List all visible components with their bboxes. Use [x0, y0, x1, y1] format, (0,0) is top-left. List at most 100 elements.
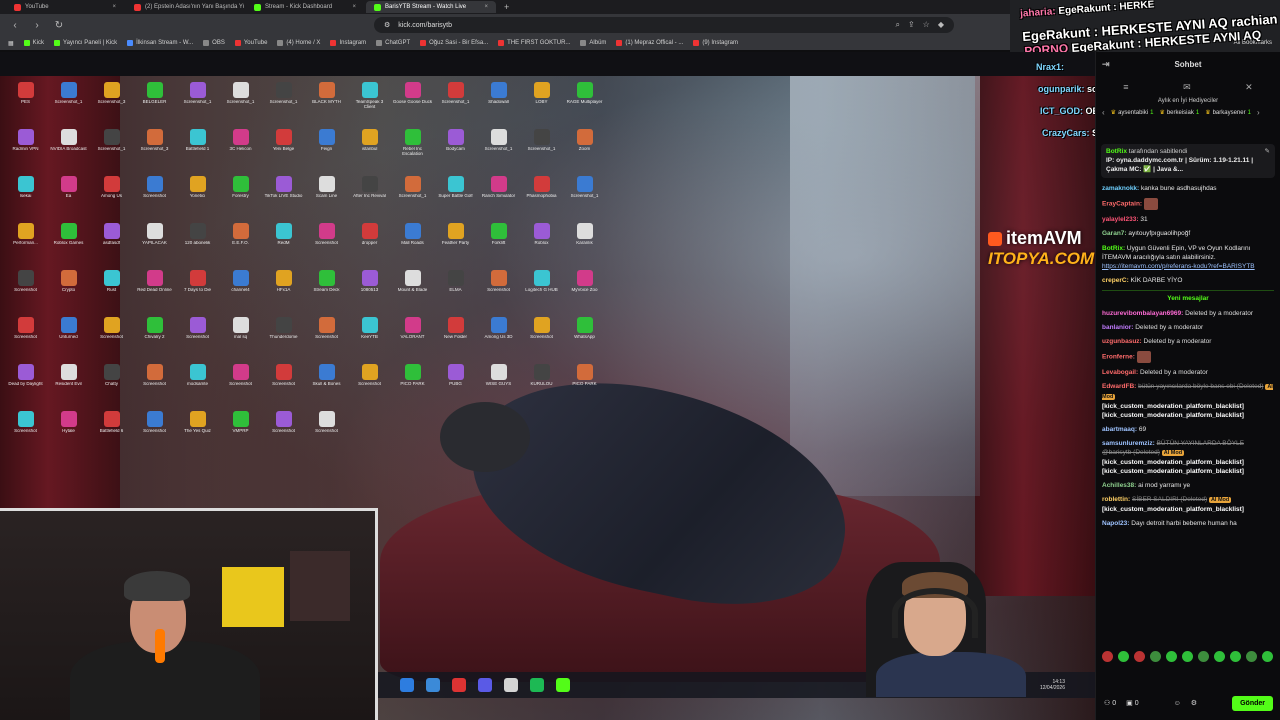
desktop-shortcut[interactable]: dropper: [348, 223, 391, 270]
desktop-shortcut[interactable]: RedM: [262, 223, 305, 270]
gifter-item[interactable]: ♛ berkeisiak 1: [1159, 109, 1199, 117]
chat-username[interactable]: Eronferne:: [1102, 354, 1135, 361]
desktop-shortcut[interactable]: Ranch Simulator: [477, 176, 520, 223]
chat-message[interactable]: huzurevibombalayan6969: Deleted by a mod…: [1102, 309, 1274, 318]
desktop-shortcut[interactable]: TikTok LIVE Studio: [262, 176, 305, 223]
gifter-item[interactable]: ♛ barkaysener 1: [1205, 109, 1251, 117]
desktop-shortcut[interactable]: Screenshot_1: [90, 129, 133, 176]
chrome-icon[interactable]: [504, 678, 518, 692]
chat-username[interactable]: huzurevibombalayan6969:: [1102, 310, 1183, 317]
desktop-shortcut[interactable]: Scam Line: [305, 176, 348, 223]
desktop-shortcut[interactable]: PES: [4, 82, 47, 129]
desktop-shortcut[interactable]: Screenshot_1: [520, 129, 563, 176]
zoom-icon[interactable]: ⌕: [895, 20, 899, 30]
bookmark-item[interactable]: THE FIRST GOKTUR...: [498, 40, 570, 46]
chat-message[interactable]: uzgunbasuz: Deleted by a moderator: [1102, 337, 1274, 346]
tab-close-icon[interactable]: ×: [484, 4, 488, 10]
desktop-shortcut[interactable]: MyVoice Zoo: [563, 270, 606, 317]
desktop-shortcut[interactable]: Screenshot: [133, 411, 176, 458]
desktop-shortcut[interactable]: Yeni Belge: [262, 129, 305, 176]
apps-icon[interactable]: ▦: [8, 40, 14, 47]
desktop-shortcut[interactable]: Screenshot: [520, 317, 563, 364]
bookmark-item[interactable]: OBS: [203, 40, 225, 46]
desktop-shortcut[interactable]: RAGE Multiplayer: [563, 82, 606, 129]
desktop-shortcut[interactable]: Screenshot_1: [47, 82, 90, 129]
emote-icon[interactable]: [1118, 650, 1129, 662]
tab-close-icon[interactable]: ×: [352, 4, 356, 10]
desktop-shortcut[interactable]: Red Dead Online: [133, 270, 176, 317]
desktop-shortcut[interactable]: Screenshot: [305, 317, 348, 364]
desktop-shortcut[interactable]: Screenshot: [305, 223, 348, 270]
chat-username[interactable]: Achilles38:: [1102, 482, 1136, 489]
desktop-shortcut[interactable]: Screenshot: [477, 270, 520, 317]
browser-tab[interactable]: BarisYTB Stream - Watch Live ×: [366, 1, 496, 13]
emote-icon[interactable]: [1166, 650, 1177, 662]
desktop-shortcut[interactable]: Isekai: [4, 176, 47, 223]
desktop-shortcut[interactable]: Screenshot: [133, 364, 176, 411]
desktop-shortcut[interactable]: Screenshot: [133, 176, 176, 223]
desktop-shortcut[interactable]: Forklift: [477, 223, 520, 270]
desktop-shortcut[interactable]: Screenshot: [262, 364, 305, 411]
desktop-shortcut[interactable]: New Folder: [434, 317, 477, 364]
desktop-shortcut[interactable]: Dead by Daylight: [4, 364, 47, 411]
kick-icon[interactable]: [556, 678, 570, 692]
desktop-shortcut[interactable]: The Yes Quiz: [176, 411, 219, 458]
desktop-shortcut[interactable]: Performan...: [4, 223, 47, 270]
desktop-shortcut[interactable]: Yonetici: [176, 176, 219, 223]
browser-tab[interactable]: YouTube ×: [6, 1, 124, 13]
desktop-shortcut[interactable]: LOBY: [520, 82, 563, 129]
bookmark-item[interactable]: Kick: [23, 40, 44, 46]
desktop-shortcut[interactable]: Goose Goose Duck: [391, 82, 434, 129]
desktop-shortcut[interactable]: Screenshot: [176, 317, 219, 364]
desktop-shortcut[interactable]: Rebel Inc Escalation: [391, 129, 434, 176]
desktop-shortcut[interactable]: WhatsApp: [563, 317, 606, 364]
desktop-shortcut[interactable]: Feather Party: [434, 223, 477, 270]
chat-username[interactable]: zamaknokk:: [1102, 185, 1139, 192]
desktop-shortcut[interactable]: 120 abonelik: [176, 223, 219, 270]
files-icon[interactable]: [400, 678, 414, 692]
desktop-shortcut[interactable]: mal sq: [219, 317, 262, 364]
browser-tab[interactable]: (2) Epstein Adası'nın Yanı Başında Yü×: [126, 1, 244, 13]
bookmark-item[interactable]: Oğuz Sasi - Bir Efsa...: [420, 40, 488, 46]
desktop-shortcut[interactable]: Shadowall: [477, 82, 520, 129]
desktop-shortcut[interactable]: Among Us: [90, 176, 133, 223]
bookmark-item[interactable]: Albüm: [580, 40, 606, 46]
bookmark-item[interactable]: İlkinsan Stream - W...: [127, 40, 193, 46]
desktop-shortcut[interactable]: Hytale: [47, 411, 90, 458]
desktop-shortcut[interactable]: Chivalry 2: [133, 317, 176, 364]
desktop-shortcut[interactable]: Among Us 3D: [477, 317, 520, 364]
chat-message[interactable]: BotRix: Uygun Güvenli Epin, VP ve Oyun K…: [1102, 244, 1274, 271]
desktop-shortcut[interactable]: Screenshot: [262, 411, 305, 458]
desktop-shortcut[interactable]: VALORANT: [391, 317, 434, 364]
desktop-shortcut[interactable]: Roblox: [520, 223, 563, 270]
desktop-shortcut[interactable]: PUBG: [434, 364, 477, 411]
chat-username[interactable]: yalaylel233:: [1102, 216, 1139, 223]
emote-icon[interactable]: [1214, 650, 1225, 662]
desktop-shortcut[interactable]: Screenshot_1: [434, 82, 477, 129]
leaderboard-icon[interactable]: ≡: [1123, 82, 1128, 92]
app-icon[interactable]: [426, 678, 440, 692]
desktop-shortcut[interactable]: PICO PARK: [563, 364, 606, 411]
desktop-shortcut[interactable]: BELGELER: [133, 82, 176, 129]
bookmark-item[interactable]: (1) Mepraz Offical - ...: [616, 40, 683, 46]
gift-counter[interactable]: ▣ 0: [1126, 699, 1138, 707]
desktop-shortcut[interactable]: BLACK MYTH: [305, 82, 348, 129]
desktop-shortcut[interactable]: Screenshot: [4, 411, 47, 458]
chat-username[interactable]: EdwardFB:: [1102, 383, 1136, 390]
desktop-shortcut[interactable]: ELMA: [434, 270, 477, 317]
extension-icon[interactable]: ◆: [938, 20, 944, 30]
desktop-shortcut[interactable]: Screenshot: [4, 317, 47, 364]
desktop-shortcut[interactable]: Screenshot: [4, 270, 47, 317]
forward-icon[interactable]: ›: [30, 20, 44, 31]
desktop-shortcut[interactable]: modsamte: [176, 364, 219, 411]
desktop-shortcut[interactable]: Karanlık: [563, 223, 606, 270]
desktop-shortcut[interactable]: Thunderdome: [262, 317, 305, 364]
emote-icon[interactable]: [1150, 650, 1161, 662]
desktop-shortcut[interactable]: Battlefield 1: [176, 129, 219, 176]
desktop-shortcut[interactable]: Stream Deck: [305, 270, 348, 317]
bookmark-item[interactable]: YouTube: [234, 40, 267, 46]
bookmark-item[interactable]: Yayıncı Paneli | Kick: [54, 40, 117, 46]
chevron-left-icon[interactable]: ‹: [1102, 108, 1105, 117]
desktop-shortcut[interactable]: Screenshot_1: [262, 82, 305, 129]
points-counter[interactable]: ⚇ 0: [1104, 699, 1116, 707]
